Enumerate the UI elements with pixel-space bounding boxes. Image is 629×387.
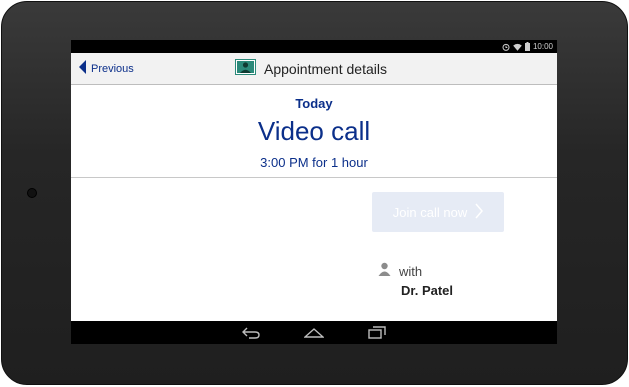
action-bar: Previous Appointment details [71,53,557,85]
join-call-button[interactable]: Join call now [372,192,504,232]
screen: 10:00 Previous Appointment details Today… [71,40,557,344]
with-row: with [378,262,422,281]
join-call-label: Join call now [392,204,468,220]
with-label: with [399,264,423,279]
status-bar: 10:00 [71,40,557,53]
battery-icon [524,42,530,51]
doctor-name: Dr. Patel [401,283,454,298]
camera-icon [27,188,37,198]
chevron-right-icon [475,203,484,222]
page-title: Appointment details [264,61,387,77]
appointment-person-icon [235,58,256,80]
previous-label: Previous [91,63,134,75]
status-time: 10:00 [532,42,553,51]
wifi-icon [513,43,522,51]
title-group: Appointment details [235,53,387,85]
alarm-icon [502,43,510,51]
nav-recents-icon[interactable] [368,326,386,339]
appointment-day: Today [295,96,333,111]
appointment-type: Video call [257,116,371,146]
navigation-bar [71,321,557,344]
appointment-time: 3:00 PM for 1 hour [260,155,368,170]
tablet-frame: 10:00 Previous Appointment details Today… [1,1,628,385]
nav-home-icon[interactable] [304,327,324,339]
back-arrow-icon [79,59,86,79]
previous-button[interactable]: Previous [79,53,134,85]
appointment-header: Today Video call 3:00 PM for 1 hour [71,86,557,178]
person-icon [378,262,391,281]
nav-back-icon[interactable] [242,327,260,339]
